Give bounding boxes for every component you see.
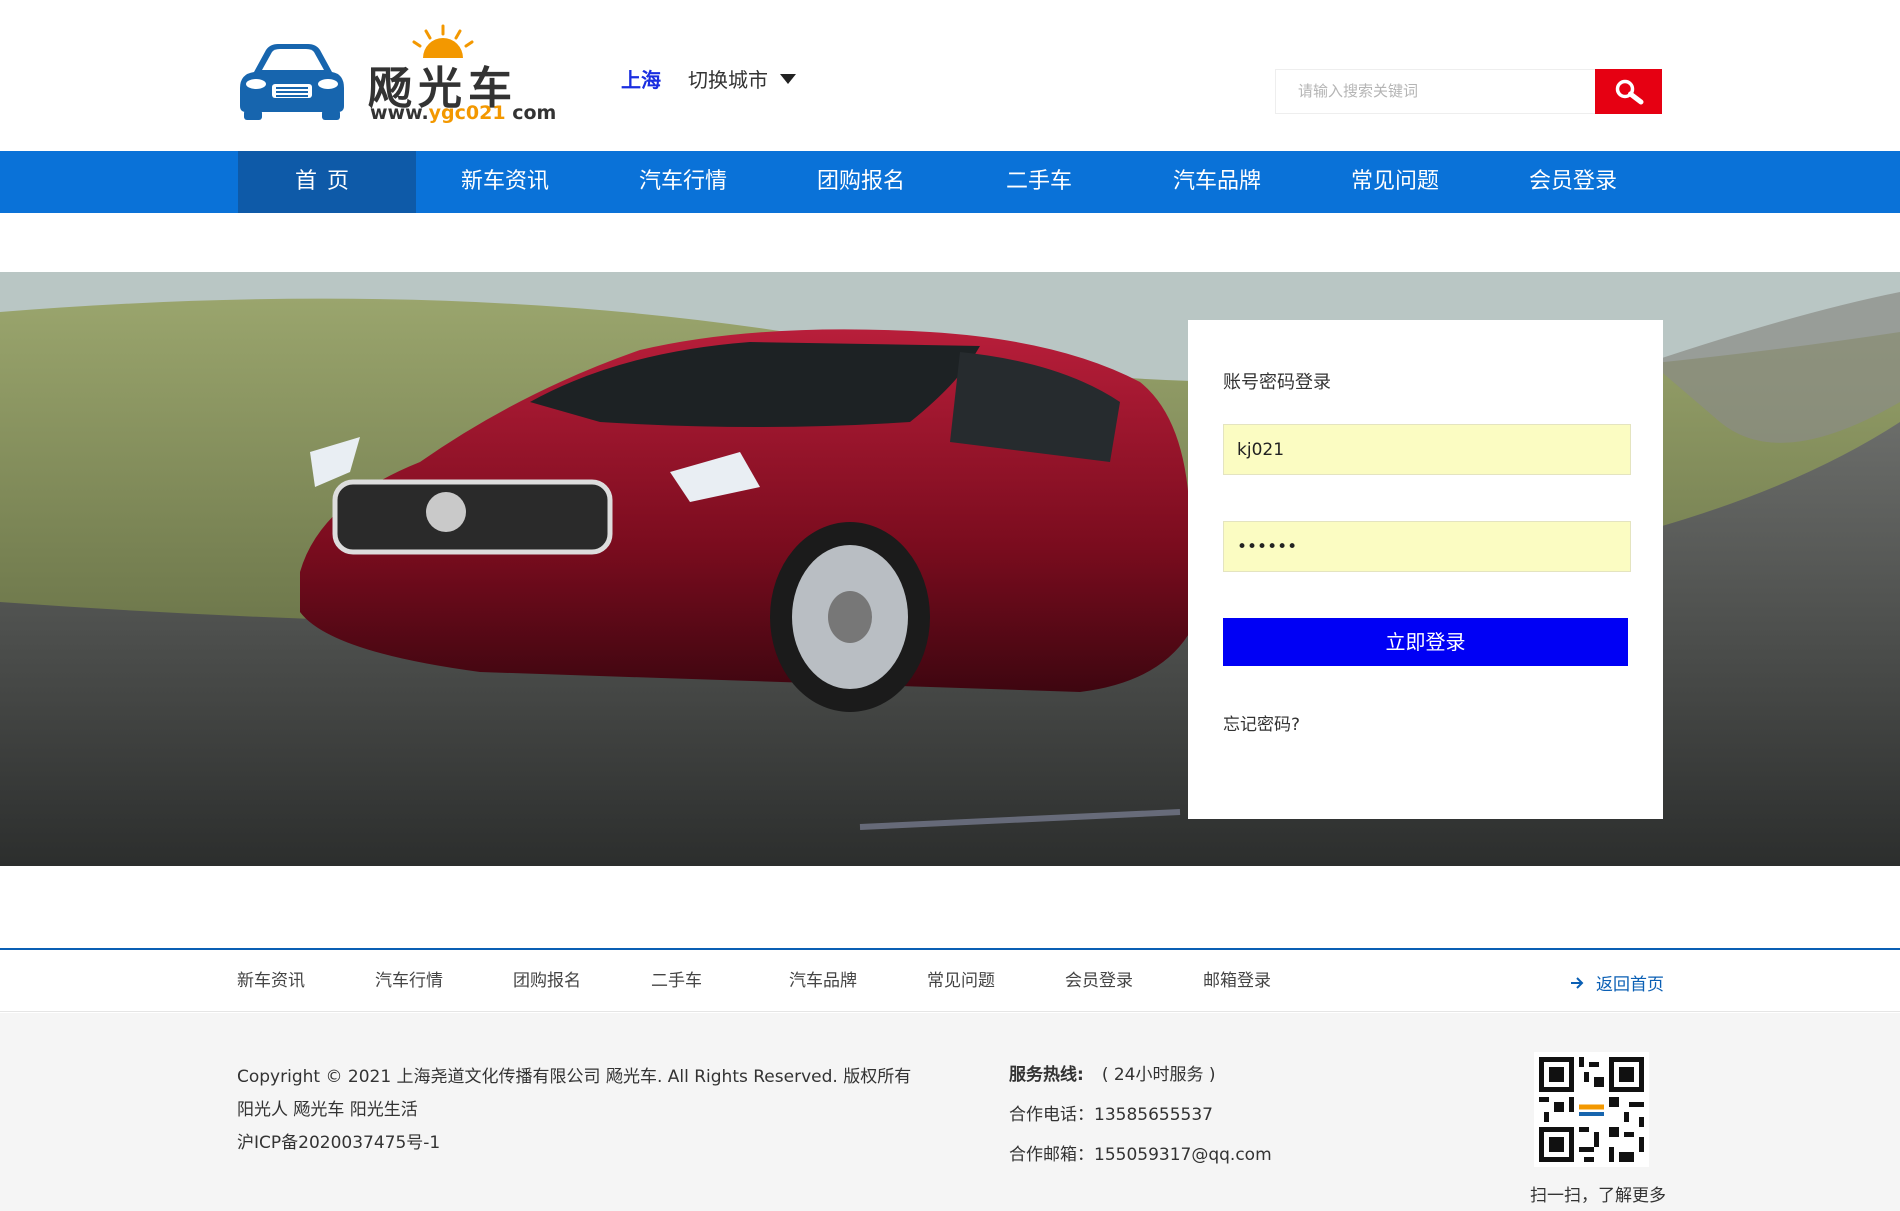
forgot-password-link[interactable]: 忘记密码? — [1223, 710, 1300, 735]
back-home-label: 返回首页 — [1596, 975, 1664, 995]
footer-link-car-brands[interactable]: 汽车品牌 — [789, 950, 927, 1012]
nav-item-home[interactable]: 首页 — [238, 151, 416, 213]
footer-nav-list: 新车资讯 汽车行情 团购报名 二手车 汽车品牌 常见问题 会员登录 邮箱登录 — [237, 950, 1341, 1012]
hotline-value: ( 24小时服务 ) — [1101, 1065, 1216, 1085]
logo-url-highlight: ygc021 — [428, 102, 506, 124]
site-footer: Copyright © 2021 上海尧道文化传播有限公司 飏光车. All R… — [0, 1013, 1900, 1211]
hotline-row: 服务热线: ( 24小时服务 ) — [1009, 1055, 1272, 1095]
nav-item-car-market[interactable]: 汽车行情 — [594, 151, 772, 213]
switch-city-dropdown[interactable]: 切换城市 — [688, 64, 796, 93]
search-bar — [1275, 69, 1662, 114]
footer-link-email-login[interactable]: 邮箱登录 — [1203, 950, 1341, 1012]
qr-code — [1534, 1052, 1649, 1167]
logo-url: www.ygc021 com — [370, 102, 556, 124]
contact-block: 服务热线: ( 24小时服务 ) 合作电话：13585655537 合作邮箱：15… — [1009, 1055, 1272, 1175]
footer-link-new-car-news[interactable]: 新车资讯 — [237, 950, 375, 1012]
main-nav: 首页 新车资讯 汽车行情 团购报名 二手车 汽车品牌 常见问题 会员登录 — [0, 151, 1900, 213]
search-button[interactable] — [1595, 69, 1662, 114]
footer-link-car-market[interactable]: 汽车行情 — [375, 950, 513, 1012]
slogan-text: 阳光人 飏光车 阳光生活 — [237, 1100, 418, 1120]
nav-item-group-buy[interactable]: 团购报名 — [772, 151, 950, 213]
footer-nav: 新车资讯 汽车行情 团购报名 二手车 汽车品牌 常见问题 会员登录 邮箱登录 返… — [0, 950, 1900, 1012]
site-header: 飏光车 www.ygc021 com 上海 切换城市 — [0, 0, 1900, 151]
nav-item-member-login[interactable]: 会员登录 — [1484, 151, 1662, 213]
main-nav-list: 首页 新车资讯 汽车行情 团购报名 二手车 汽车品牌 常见问题 会员登录 — [238, 151, 1662, 213]
password-input[interactable] — [1223, 521, 1631, 572]
search-input[interactable] — [1275, 69, 1595, 114]
footer-copyright-block: Copyright © 2021 上海尧道文化传播有限公司 飏光车. All R… — [237, 1061, 911, 1160]
site-logo[interactable]: 飏光车 www.ygc021 com — [236, 24, 556, 124]
search-icon — [1615, 79, 1643, 104]
back-home-link[interactable]: 返回首页 — [1570, 970, 1664, 995]
username-input[interactable] — [1223, 424, 1631, 475]
arrow-right-icon — [1571, 976, 1584, 989]
footer-link-member-login[interactable]: 会员登录 — [1065, 950, 1203, 1012]
footer-link-group-buy[interactable]: 团购报名 — [513, 950, 651, 1012]
switch-city-label: 切换城市 — [688, 68, 768, 92]
email-row: 合作邮箱：155059317@qq.com — [1009, 1145, 1272, 1165]
footer-link-faq[interactable]: 常见问题 — [927, 950, 1065, 1012]
nav-item-used-car[interactable]: 二手车 — [950, 151, 1128, 213]
nav-item-car-brands[interactable]: 汽车品牌 — [1128, 151, 1306, 213]
hotline-label: 服务热线: — [1009, 1065, 1084, 1085]
nav-item-new-car-news[interactable]: 新车资讯 — [416, 151, 594, 213]
qr-code-icon — [1534, 1052, 1649, 1167]
login-panel: 账号密码登录 立即登录 忘记密码? — [1188, 320, 1663, 819]
icp-number[interactable]: 沪ICP备2020037475号-1 — [237, 1127, 911, 1160]
login-submit-button[interactable]: 立即登录 — [1223, 618, 1628, 666]
car-logo-icon — [240, 44, 344, 120]
current-city[interactable]: 上海 — [621, 64, 661, 93]
phone-row: 合作电话：13585655537 — [1009, 1105, 1213, 1125]
nav-item-faq[interactable]: 常见问题 — [1306, 151, 1484, 213]
login-title: 账号密码登录 — [1223, 372, 1331, 393]
hero-banner: 账号密码登录 立即登录 忘记密码? — [0, 272, 1900, 866]
logo-url-prefix: www. — [370, 102, 429, 124]
qr-caption: 扫一扫，了解更多 — [1530, 1186, 1666, 1206]
copyright-text: Copyright © 2021 上海尧道文化传播有限公司 飏光车. All R… — [237, 1067, 912, 1087]
footer-link-used-car[interactable]: 二手车 — [651, 950, 789, 1012]
caret-down-icon — [780, 73, 796, 84]
logo-url-suffix: com — [505, 102, 557, 124]
